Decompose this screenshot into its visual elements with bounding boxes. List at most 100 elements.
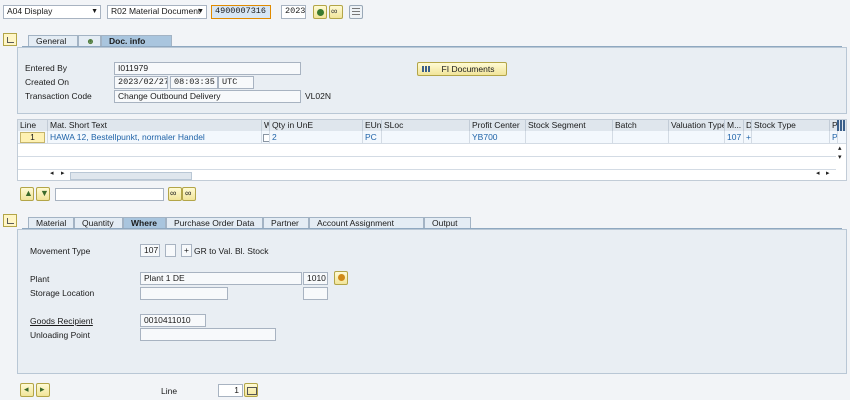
col-valuation-type[interactable]: Valuation Type bbox=[669, 120, 725, 131]
overview-button[interactable] bbox=[349, 5, 363, 19]
col-d[interactable]: D bbox=[744, 120, 752, 131]
scroll-right-end-icon[interactable]: ▸ bbox=[826, 169, 830, 177]
transaction-text-field: Change Outbound Delivery bbox=[114, 90, 301, 103]
tab-where[interactable]: Where bbox=[123, 217, 166, 228]
row-w-checkbox[interactable] bbox=[262, 131, 270, 143]
tab-output[interactable]: Output bbox=[424, 217, 471, 228]
doc-info-panel: Entered By I011979 Created On 2023/02/27… bbox=[17, 47, 847, 114]
reference-value: R02 Material Document bbox=[111, 6, 201, 16]
col-line[interactable]: Line bbox=[18, 120, 48, 131]
goods-recipient-field: 0010411010 bbox=[140, 314, 206, 327]
movement-type-field: 107 bbox=[140, 244, 160, 257]
fi-documents-label: FI Documents bbox=[441, 64, 495, 74]
tab-general[interactable]: General bbox=[28, 35, 78, 46]
tab-doc-info[interactable]: Doc. info bbox=[101, 35, 172, 46]
row-stock-segment bbox=[526, 131, 613, 143]
row-line-value: 1 bbox=[20, 132, 45, 143]
line-label: Line bbox=[161, 386, 178, 396]
line-input[interactable]: 1 bbox=[218, 384, 243, 397]
col-profit-center[interactable]: Profit Center bbox=[470, 120, 526, 131]
col-batch[interactable]: Batch bbox=[613, 120, 669, 131]
action-value: A04 Display bbox=[7, 6, 53, 16]
find-next-icon: ∞ bbox=[185, 188, 192, 198]
scroll-thumb[interactable] bbox=[70, 172, 192, 180]
plant-label: Plant bbox=[30, 274, 50, 284]
plant-name-value: Plant 1 DE bbox=[144, 273, 185, 283]
sort-descending-button[interactable]: ▼ bbox=[36, 187, 50, 201]
storage-location-label: Storage Location bbox=[30, 288, 95, 298]
scroll-left-end-icon[interactable]: ◂ bbox=[816, 169, 820, 177]
find-button[interactable]: ∞ bbox=[168, 187, 182, 201]
previous-item-button[interactable]: ◂ bbox=[20, 383, 34, 397]
document-number-input[interactable]: 4900007316 bbox=[211, 5, 271, 19]
chevron-down-icon: ▼ bbox=[197, 8, 204, 15]
movement-sign-field: + bbox=[181, 244, 192, 257]
created-on-label: Created On bbox=[25, 77, 69, 87]
sort-ascending-button[interactable]: ▲ bbox=[20, 187, 34, 201]
row-mat-text: HAWA 12, Bestellpunkt, normaler Handel bbox=[48, 131, 262, 143]
execute-button[interactable] bbox=[313, 5, 327, 19]
table-row[interactable] bbox=[18, 157, 836, 170]
detail-collapse-button[interactable] bbox=[3, 214, 17, 227]
where-panel: Movement Type 107 + GR to Val. Bl. Stock… bbox=[17, 229, 847, 374]
tab-partner-header[interactable]: ☻ bbox=[78, 35, 101, 46]
movement-indicator-field bbox=[165, 244, 176, 257]
tab-material[interactable]: Material bbox=[28, 217, 74, 228]
entered-by-field: I011979 bbox=[114, 62, 301, 75]
col-stock-segment[interactable]: Stock Segment bbox=[526, 120, 613, 131]
table-row[interactable] bbox=[18, 144, 836, 157]
col-mat-short-text[interactable]: Mat. Short Text bbox=[48, 120, 262, 131]
scroll-left-icon[interactable]: ◂ bbox=[50, 169, 54, 177]
created-time-field: 08:03:35 bbox=[170, 76, 218, 89]
goto-line-button[interactable] bbox=[244, 383, 258, 397]
goods-recipient-label[interactable]: Goods Recipient bbox=[30, 315, 93, 327]
row-p: P bbox=[832, 131, 838, 143]
grid-search-input[interactable] bbox=[55, 188, 164, 201]
tab-quantity[interactable]: Quantity bbox=[74, 217, 123, 228]
binoculars-icon: ∞ bbox=[170, 188, 177, 198]
tab-partner[interactable]: Partner bbox=[263, 217, 309, 228]
col-stock-type[interactable]: Stock Type bbox=[752, 120, 830, 131]
goto-icon bbox=[247, 387, 257, 395]
col-w[interactable]: W bbox=[262, 120, 270, 131]
find-next-button[interactable]: ∞ bbox=[182, 187, 196, 201]
next-item-button[interactable]: ▸ bbox=[36, 383, 50, 397]
plant-code-value: 1010 bbox=[307, 273, 326, 283]
sort-descending-icon: ▼ bbox=[40, 188, 49, 198]
search-button[interactable]: ∞ bbox=[329, 5, 343, 19]
tab-purchase-order-data[interactable]: Purchase Order Data bbox=[166, 217, 263, 228]
column-settings-icon[interactable] bbox=[837, 120, 846, 131]
plant-name-field: Plant 1 DE bbox=[140, 272, 302, 285]
item-grid: Line Mat. Short Text W Qty in UnE EUn SL… bbox=[17, 119, 847, 181]
horizontal-scrollbar[interactable]: ◂ ▸ ◂ ▸ bbox=[48, 169, 838, 180]
row-valuation-type bbox=[669, 131, 725, 143]
header-collapse-button[interactable] bbox=[3, 33, 17, 46]
goods-recipient-value: 0010411010 bbox=[144, 315, 191, 325]
col-qty[interactable]: Qty in UnE bbox=[270, 120, 363, 131]
action-select[interactable]: A04 Display ▼ bbox=[3, 5, 101, 19]
grid-icon bbox=[422, 66, 430, 72]
transaction-code-value: VL02N bbox=[305, 91, 331, 101]
row-line-cell[interactable]: 1 bbox=[18, 131, 48, 143]
scroll-up-icon[interactable]: ▴ bbox=[838, 144, 842, 152]
col-movement-type[interactable]: M... bbox=[725, 120, 744, 131]
chevron-down-icon: ▼ bbox=[91, 8, 98, 15]
transaction-text-value: Change Outbound Delivery bbox=[118, 91, 221, 101]
plant-code-field: 1010 bbox=[303, 272, 328, 285]
detail-tabstrip: Material Quantity Where Purchase Order D… bbox=[22, 217, 842, 229]
reference-select[interactable]: R02 Material Document ▼ bbox=[107, 5, 207, 19]
tab-account-assignment[interactable]: Account Assignment bbox=[309, 217, 424, 228]
binoculars-icon: ∞ bbox=[331, 6, 338, 16]
row-d: + bbox=[746, 131, 752, 143]
created-date-field: 2023/02/27 bbox=[114, 76, 168, 89]
plant-address-button[interactable] bbox=[334, 271, 348, 285]
scroll-down-icon[interactable]: ▾ bbox=[838, 153, 842, 161]
scroll-right-icon[interactable]: ▸ bbox=[61, 169, 65, 177]
created-date-value: 2023/02/27 bbox=[118, 77, 168, 87]
table-row[interactable]: 1 HAWA 12, Bestellpunkt, normaler Handel… bbox=[18, 131, 846, 144]
year-input[interactable]: 2023 bbox=[281, 5, 306, 19]
col-eun[interactable]: EUn bbox=[363, 120, 382, 131]
storage-location-field bbox=[140, 287, 228, 300]
col-sloc[interactable]: SLoc bbox=[382, 120, 470, 131]
fi-documents-button[interactable]: FI Documents bbox=[417, 62, 507, 76]
